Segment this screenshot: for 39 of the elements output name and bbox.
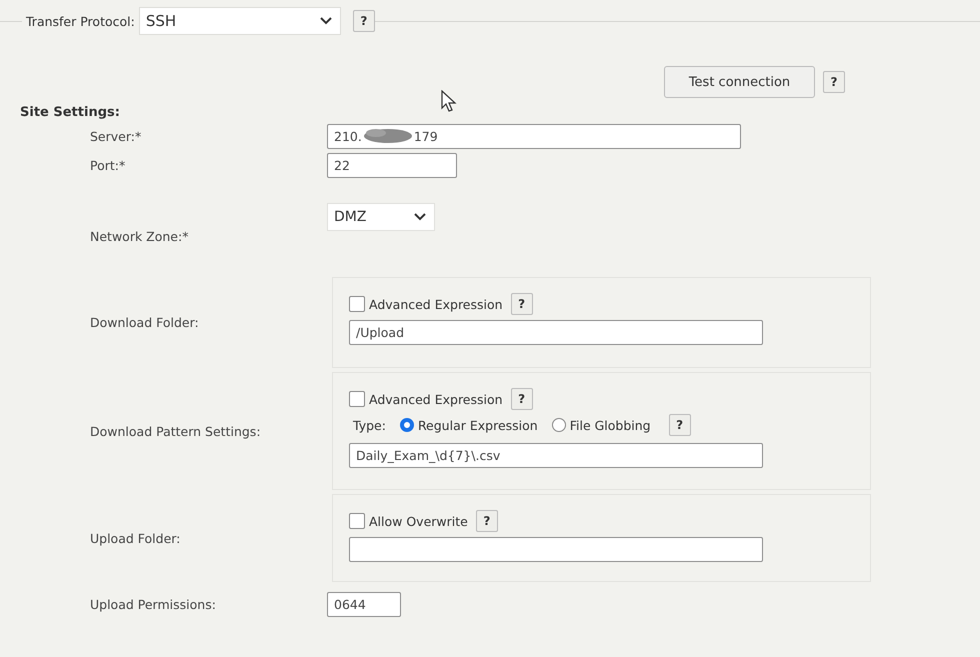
field-label: Download Pattern Settings: — [89, 424, 262, 438]
network-zone-select[interactable]: DMZ — [327, 203, 435, 231]
radio-label: Regular Expression — [418, 418, 538, 432]
port-field[interactable]: 22 — [327, 152, 457, 178]
radio-label: File Globbing — [570, 418, 651, 432]
text-field[interactable]: Daily_Exam_\d{7}\.csv — [349, 443, 763, 468]
checkbox[interactable] — [349, 296, 365, 312]
help-button[interactable]: ? — [510, 293, 533, 315]
help-button[interactable]: ? — [476, 510, 498, 532]
checkbox-label: Advanced Expression — [369, 392, 503, 406]
chevron-icon — [320, 17, 332, 25]
permissions-field[interactable]: 0644 — [327, 592, 401, 616]
server-field[interactable]: 210. 179 — [327, 124, 741, 148]
text-field[interactable] — [349, 537, 763, 562]
radio-button[interactable] — [552, 418, 566, 432]
help-button[interactable]: ? — [510, 388, 533, 410]
checkbox-label: Allow Overwrite — [369, 514, 468, 528]
field-label: Network Zone:* — [89, 229, 190, 244]
text-field[interactable]: /Upload — [349, 320, 763, 345]
checkbox-label: Advanced Expression — [369, 296, 503, 312]
field-label: Server:* — [89, 128, 142, 144]
field-label: Upload Permissions: — [89, 596, 217, 612]
help-button[interactable]: ? — [823, 71, 845, 93]
help-button[interactable]: ? — [352, 10, 375, 32]
redaction-drawing — [364, 128, 412, 144]
checkbox[interactable] — [349, 513, 365, 529]
field-label: Download Folder: — [89, 315, 200, 330]
checkbox[interactable] — [349, 391, 365, 407]
cursor-icon — [441, 90, 457, 112]
protocol-select[interactable]: SSH — [138, 7, 341, 35]
protocol-label: Transfer Protocol: — [26, 14, 135, 28]
test-connection-button[interactable]: Test connection — [664, 66, 815, 98]
help-button[interactable]: ? — [668, 414, 691, 436]
type-label: Type: — [353, 418, 386, 432]
field-label: Port:* — [89, 158, 126, 172]
field-label: Upload Folder: — [89, 530, 182, 546]
section-title: Site Settings: — [19, 105, 121, 121]
chevron-icon — [414, 213, 426, 221]
radio-button[interactable] — [400, 418, 414, 432]
